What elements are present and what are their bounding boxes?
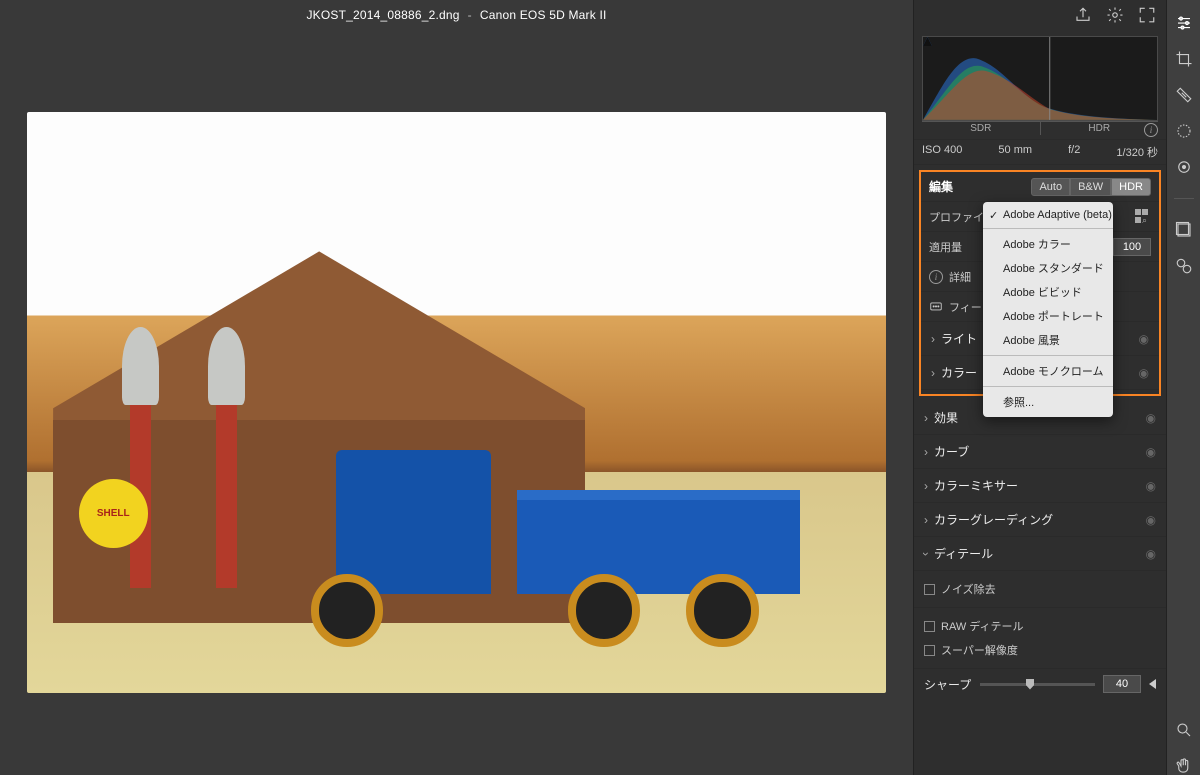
eye-icon[interactable]: ◉	[1146, 513, 1156, 527]
eye-icon[interactable]: ◉	[1146, 479, 1156, 493]
hdr-button[interactable]: HDR	[1111, 178, 1151, 196]
photo-preview: SHELL	[27, 112, 885, 693]
auto-button[interactable]: Auto	[1031, 178, 1070, 196]
zoom-icon[interactable]	[1175, 721, 1193, 739]
eye-icon[interactable]: ◉	[1146, 411, 1156, 425]
edit-sliders-icon[interactable]	[1175, 14, 1193, 32]
eye-icon[interactable]: ◉	[1146, 445, 1156, 459]
gear-icon[interactable]	[1106, 6, 1124, 24]
sharpen-slider[interactable]	[980, 683, 1095, 686]
export-icon[interactable]	[1074, 6, 1092, 24]
info-icon[interactable]: i	[929, 270, 943, 284]
amount-label: 適用量	[929, 239, 962, 255]
bw-button[interactable]: B&W	[1070, 178, 1111, 196]
profile-option-color[interactable]: Adobe カラー	[983, 232, 1113, 256]
hand-icon[interactable]	[1175, 757, 1193, 775]
eye-icon[interactable]: ◉	[1139, 366, 1149, 380]
feedback-icon	[929, 300, 943, 314]
exif-bar: ISO 400 50 mm f/2 1/320 秒	[914, 140, 1166, 165]
exif-shutter: 1/320 秒	[1116, 144, 1158, 160]
panel-color-mixer[interactable]: ›カラーミキサー ◉	[914, 469, 1166, 503]
filename: JKOST_2014_08886_2.dng	[306, 8, 459, 22]
profile-option-browse[interactable]: 参照...	[983, 390, 1113, 414]
profile-option-landscape[interactable]: Adobe 風景	[983, 328, 1113, 352]
profile-option-vivid[interactable]: Adobe ビビッド	[983, 280, 1113, 304]
disclosure-icon[interactable]	[1149, 679, 1156, 689]
sharpen-label: シャープ	[924, 676, 972, 693]
versions-icon[interactable]	[1175, 257, 1193, 275]
mask-icon[interactable]	[1175, 122, 1193, 140]
profile-option-monochrome[interactable]: Adobe モノクローム	[983, 359, 1113, 383]
profile-dropdown[interactable]: Adobe Adaptive (beta) Adobe カラー Adobe スタ…	[983, 202, 1113, 417]
panel-detail[interactable]: ›ディテール ◉	[914, 537, 1166, 571]
sharpen-value[interactable]: 40	[1103, 675, 1141, 693]
hdr-label: HDR	[1041, 122, 1159, 135]
details-link[interactable]: 詳細	[949, 269, 971, 285]
profile-option-adaptive[interactable]: Adobe Adaptive (beta)	[983, 205, 1113, 225]
panel-curve[interactable]: ›カーブ ◉	[914, 435, 1166, 469]
profile-option-portrait[interactable]: Adobe ポートレート	[983, 304, 1113, 328]
super-resolution-checkbox[interactable]: スーパー解像度	[924, 638, 1156, 662]
panel-color-grading[interactable]: ›カラーグレーディング ◉	[914, 503, 1166, 537]
denoise-checkbox[interactable]: ノイズ除去	[924, 577, 1156, 601]
redeye-icon[interactable]	[1175, 158, 1193, 176]
eye-icon[interactable]: ◉	[1139, 332, 1149, 346]
tool-strip	[1166, 0, 1200, 775]
title-bar: JKOST_2014_08886_2.dng - Canon EOS 5D Ma…	[0, 0, 913, 30]
crop-icon[interactable]	[1175, 50, 1193, 68]
sdr-label: SDR	[922, 122, 1041, 135]
profile-browser-icon[interactable]: ⌕	[1135, 209, 1151, 225]
image-viewer[interactable]: SHELL	[0, 30, 913, 775]
camera-model: Canon EOS 5D Mark II	[480, 8, 607, 22]
highlighted-edit-region: 編集 Auto B&W HDR プロファイル ⌕ Adobe Adaptive …	[919, 170, 1161, 396]
exif-aperture: f/2	[1068, 144, 1080, 160]
exif-focal: 50 mm	[998, 144, 1032, 160]
highlight-clip-icon[interactable]	[923, 37, 932, 46]
fullscreen-icon[interactable]	[1138, 6, 1156, 24]
exif-iso: ISO 400	[922, 144, 962, 160]
histogram[interactable]: SDR HDR i	[914, 30, 1166, 140]
feedback-link[interactable]: フィー	[949, 299, 982, 315]
healing-icon[interactable]	[1175, 86, 1193, 104]
presets-icon[interactable]	[1175, 221, 1193, 239]
shell-sign: SHELL	[79, 479, 148, 548]
profile-option-standard[interactable]: Adobe スタンダード	[983, 256, 1113, 280]
amount-value[interactable]: 100	[1113, 238, 1151, 256]
edit-header: 編集	[929, 178, 953, 195]
eye-icon[interactable]: ◉	[1146, 547, 1156, 561]
info-icon[interactable]: i	[1144, 123, 1158, 137]
raw-detail-checkbox[interactable]: RAW ディテール	[924, 614, 1156, 638]
